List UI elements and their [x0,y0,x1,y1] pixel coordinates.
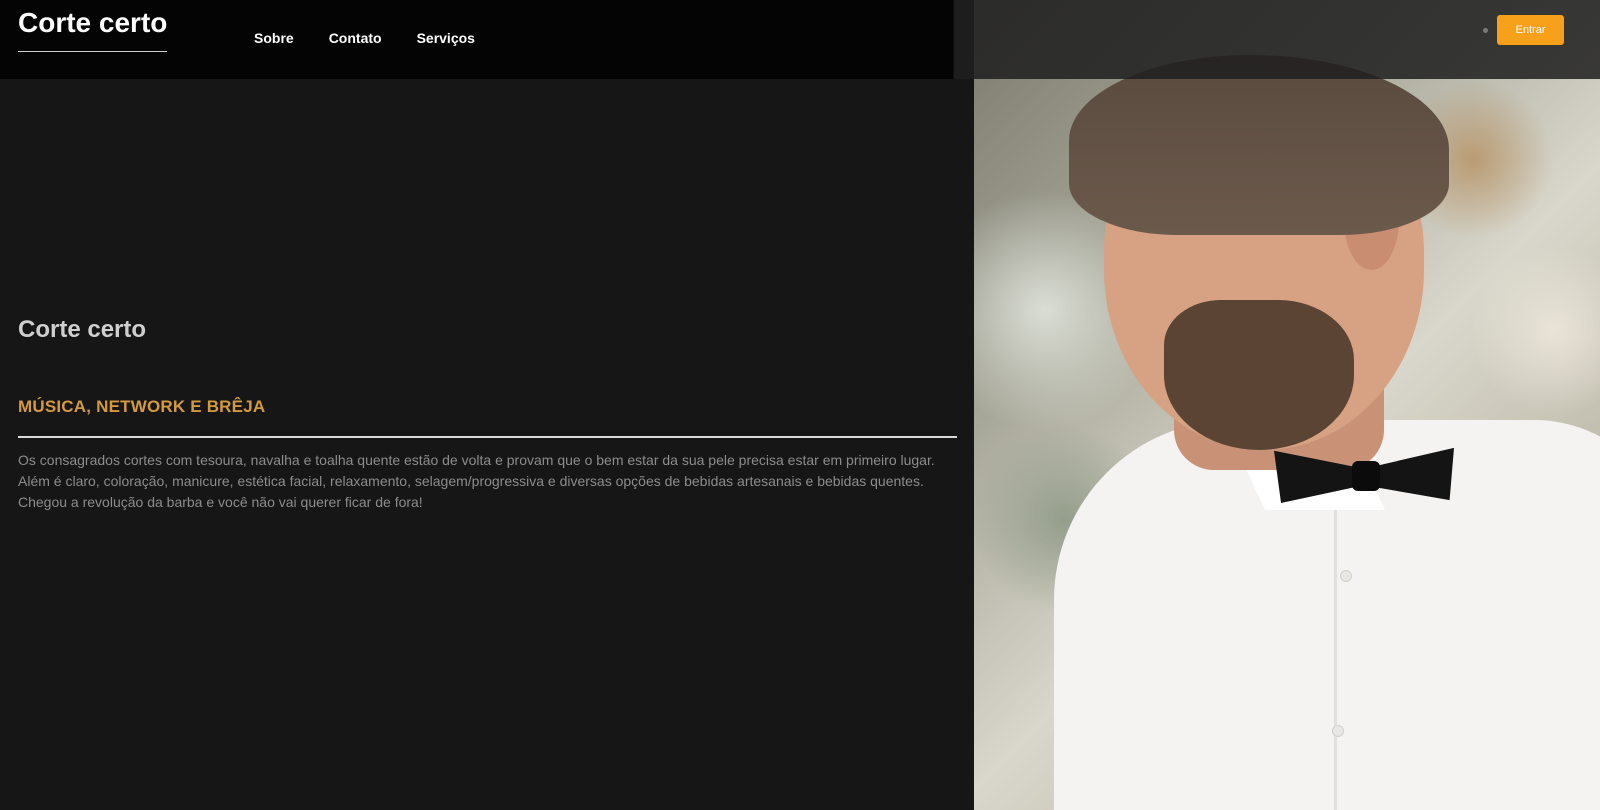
hero-description-line: Os consagrados cortes com tesoura, naval… [18,452,935,468]
hero-subtitle: MÚSICA, NETWORK E BRÊJA [18,397,266,416]
hero-description-line: Além é claro, coloração, manicure, estét… [18,473,924,489]
page: Corte certo MÚSICA, NETWORK E BRÊJA Os c… [0,0,1600,810]
nav-link-sobre[interactable]: Sobre [254,29,294,47]
top-navbar: Corte certo Sobre Contato Serviços Entra… [0,0,1600,79]
man-beard [1164,300,1354,450]
divider [18,436,957,438]
content-panel: Corte certo MÚSICA, NETWORK E BRÊJA Os c… [0,0,974,810]
hero-description: Os consagrados cortes com tesoura, naval… [18,450,958,513]
brand-logo[interactable]: Corte certo [18,6,168,52]
hero-description-line: Chegou a revolução da barba e você não v… [18,494,423,510]
dot-icon [1483,28,1488,33]
login-button[interactable]: Entrar [1497,15,1564,45]
bowtie [1274,445,1454,505]
nav-link-contato[interactable]: Contato [329,29,382,47]
nav-menu: Sobre Contato Serviços [254,29,510,47]
hero-photo [974,0,1600,810]
nav-link-servicos[interactable]: Serviços [417,29,475,47]
hero-title: Corte certo [18,316,147,343]
man-hair [1069,55,1449,235]
